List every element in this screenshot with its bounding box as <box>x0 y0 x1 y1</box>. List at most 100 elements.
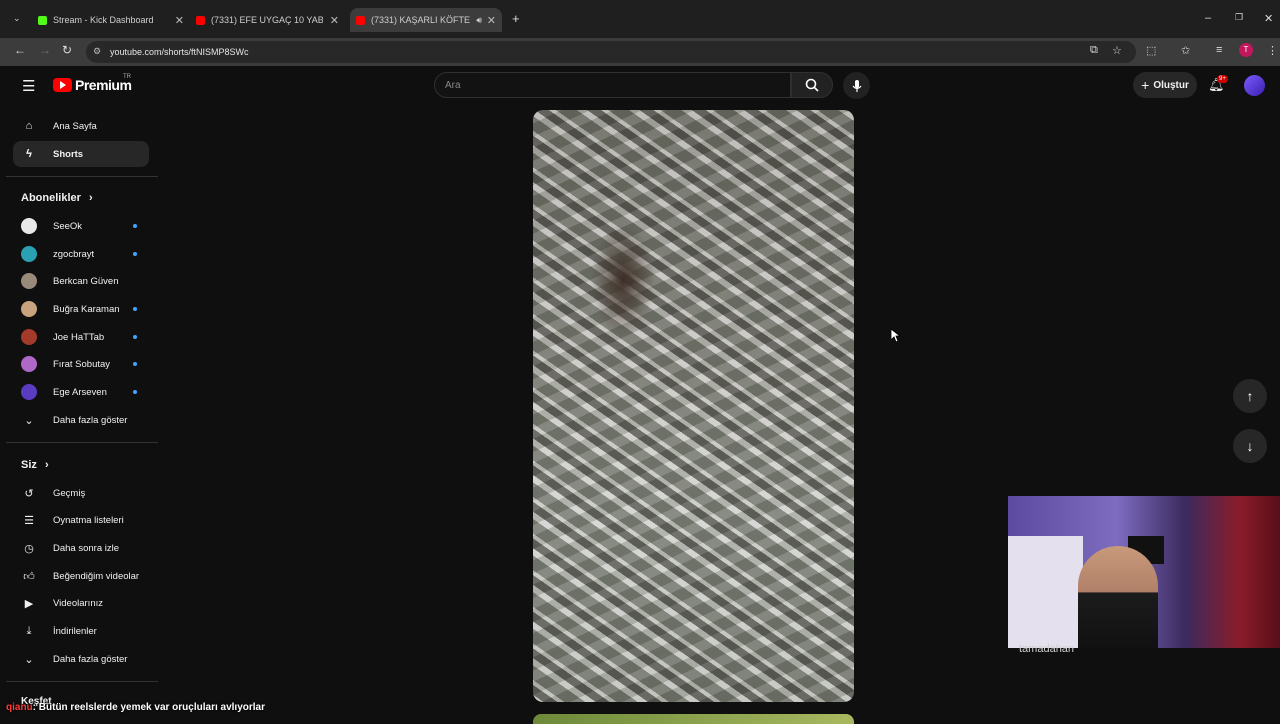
forward-icon[interactable]: → <box>39 43 51 57</box>
show-more-subscriptions[interactable]: ⌄ Daha fazla göster <box>13 407 149 433</box>
sidebar-item-shorts[interactable]: ϟ Shorts <box>13 141 149 167</box>
sidebar-item-label: Oynatma listeleri <box>53 514 124 526</box>
sidebar-item-label: Beğendiğim videolar <box>53 570 140 582</box>
tab-close-icon[interactable]: ✕ <box>487 14 496 27</box>
address-bar[interactable]: ⚙ youtube.com/shorts/ftNISMP8SWc <box>86 41 1136 63</box>
channel-avatar <box>21 329 37 345</box>
restore-icon[interactable]: ❐ <box>1235 12 1243 23</box>
minimize-icon[interactable]: – <box>1205 12 1211 24</box>
favorites-icon[interactable]: ✩ <box>1181 44 1190 57</box>
sidebar-item-label: Geçmiş <box>53 487 86 499</box>
voice-search-button[interactable] <box>843 72 870 99</box>
reload-icon[interactable]: ↻ <box>62 43 72 57</box>
stream-chat-message: qianu: Bütün reelslerde yemek var oruçlu… <box>6 702 265 713</box>
subscription-item[interactable]: Berkcan Güven <box>13 268 149 294</box>
sidebar-item-playlists[interactable]: ☰ Oynatma listeleri <box>13 507 149 533</box>
tab-title: (7331) KAŞARLI KÖFTE YAPI <box>371 15 471 25</box>
subscriptions-heading[interactable]: Abonelikler › <box>21 192 93 204</box>
new-tab-icon[interactable]: + <box>512 11 520 26</box>
chat-text: : Bütün reelslerde yemek var oruçluları … <box>32 702 265 713</box>
browser-tab-youtube-1[interactable]: (7331) EFE UYGAÇ 10 YABANCI ✕ <box>196 8 339 32</box>
previous-short-button[interactable]: ↑ <box>1233 379 1267 413</box>
shorts-video-player[interactable] <box>533 110 854 702</box>
media-control-icon[interactable]: ≡ <box>1216 44 1222 56</box>
subscription-item[interactable]: Buğra Karaman <box>13 296 149 322</box>
playlists-icon: ☰ <box>24 514 34 527</box>
browser-menu-icon[interactable]: ⋮ <box>1267 44 1278 57</box>
create-button[interactable]: + Oluştur <box>1133 72 1197 98</box>
arrow-up-icon: ↑ <box>1246 388 1254 404</box>
channel-avatar <box>21 218 37 234</box>
subscription-item[interactable]: SeeOk <box>13 213 149 239</box>
audio-playing-icon[interactable]: 🔊︎ <box>476 15 482 26</box>
channel-avatar <box>21 246 37 262</box>
chevron-right-icon: › <box>88 192 93 204</box>
logo-region: TR <box>123 74 131 80</box>
channel-name: Joe HaTTab <box>53 331 105 343</box>
notification-badge: 9+ <box>1217 75 1228 83</box>
channel-name: Fırat Sobutay <box>53 358 111 370</box>
sidebar-item-your-videos[interactable]: ▶ Videolarınız <box>13 590 149 616</box>
chevron-down-icon: ⌄ <box>24 653 34 666</box>
tab-title: Stream - Kick Dashboard <box>53 15 154 25</box>
kick-favicon-icon <box>38 15 47 25</box>
bookmark-star-icon[interactable]: ☆ <box>1112 44 1122 57</box>
install-app-icon[interactable]: ⧉ <box>1090 44 1098 57</box>
subscription-item[interactable]: Ege Arseven <box>13 379 149 405</box>
url-text: youtube.com/shorts/ftNISMP8SWc <box>110 47 249 57</box>
extensions-icon[interactable]: ⬚ <box>1146 44 1156 57</box>
channel-name: Ege Arseven <box>53 386 107 398</box>
hamburger-menu-icon[interactable]: ☰ <box>22 77 35 95</box>
sidebar-item-history[interactable]: ↺ Geçmiş <box>13 480 149 506</box>
sidebar-item-home[interactable]: ⌂ Ana Sayfa <box>13 113 149 139</box>
sidebar-item-watch-later[interactable]: ◷ Daha sonra izle <box>13 535 149 561</box>
youtube-favicon-icon <box>196 15 205 25</box>
divider <box>6 681 158 682</box>
plus-icon: + <box>1141 77 1150 93</box>
tab-title: (7331) EFE UYGAÇ 10 YABANCI <box>211 15 323 25</box>
youtube-logo-icon[interactable] <box>53 78 72 92</box>
sidebar-item-label: Ana Sayfa <box>53 120 97 132</box>
browser-tab-kick[interactable]: Stream - Kick Dashboard ✕ <box>38 8 184 32</box>
chevron-down-icon: ⌄ <box>24 414 34 427</box>
window-close-icon[interactable]: ✕ <box>1264 12 1273 25</box>
sidebar-item-downloads[interactable]: ⤓ İndirilenler <box>13 618 149 644</box>
you-heading[interactable]: Siz › <box>21 459 49 471</box>
show-more-label: Daha fazla göster <box>53 653 128 665</box>
back-icon[interactable]: ← <box>14 43 26 57</box>
channel-avatar <box>21 356 37 372</box>
sidebar-item-label: Shorts <box>53 148 84 160</box>
search-button[interactable] <box>791 72 833 98</box>
search-input[interactable]: Ara <box>434 72 791 98</box>
subscription-item[interactable]: zgocbrayt <box>13 241 149 267</box>
next-short-button[interactable]: ↓ <box>1233 429 1267 463</box>
create-label: Oluştur <box>1153 79 1189 91</box>
browser-tab-youtube-active[interactable]: (7331) KAŞARLI KÖFTE YAPI 🔊︎ ✕ <box>350 8 502 32</box>
tab-close-icon[interactable]: ✕ <box>330 14 339 27</box>
sidebar-item-label: İndirilenler <box>53 625 97 637</box>
new-content-dot <box>133 252 137 256</box>
sidebar-item-liked[interactable]: 👍︎ Beğendiğim videolar <box>13 563 149 589</box>
show-more-label: Daha fazla göster <box>53 414 128 426</box>
search-placeholder: Ara <box>445 79 461 91</box>
new-content-dot <box>133 307 137 311</box>
next-short-preview[interactable] <box>533 714 854 724</box>
new-content-dot <box>133 335 137 339</box>
subscription-item[interactable]: Joe HaTTab <box>13 324 149 350</box>
microphone-icon <box>852 79 861 92</box>
channel-name: zgocbrayt <box>53 248 95 260</box>
home-icon: ⌂ <box>25 120 33 132</box>
browser-tab-strip: ⌄ Stream - Kick Dashboard ✕ (7331) EFE U… <box>0 0 1280 38</box>
chat-username: qianu <box>6 702 33 713</box>
show-more-you[interactable]: ⌄ Daha fazla göster <box>13 646 149 672</box>
subscription-item[interactable]: Fırat Sobutay <box>13 351 149 377</box>
tab-search-icon[interactable]: ⌄ <box>13 13 21 24</box>
downloads-icon: ⤓ <box>26 624 32 637</box>
site-info-icon[interactable]: ⚙ <box>93 46 101 57</box>
channel-name: SeeOk <box>53 220 83 232</box>
tab-close-icon[interactable]: ✕ <box>175 14 184 27</box>
profile-avatar[interactable]: T <box>1239 43 1253 57</box>
account-avatar[interactable] <box>1244 75 1265 96</box>
streamer-webcam <box>1008 496 1280 648</box>
liked-icon: 👍︎ <box>23 570 35 583</box>
